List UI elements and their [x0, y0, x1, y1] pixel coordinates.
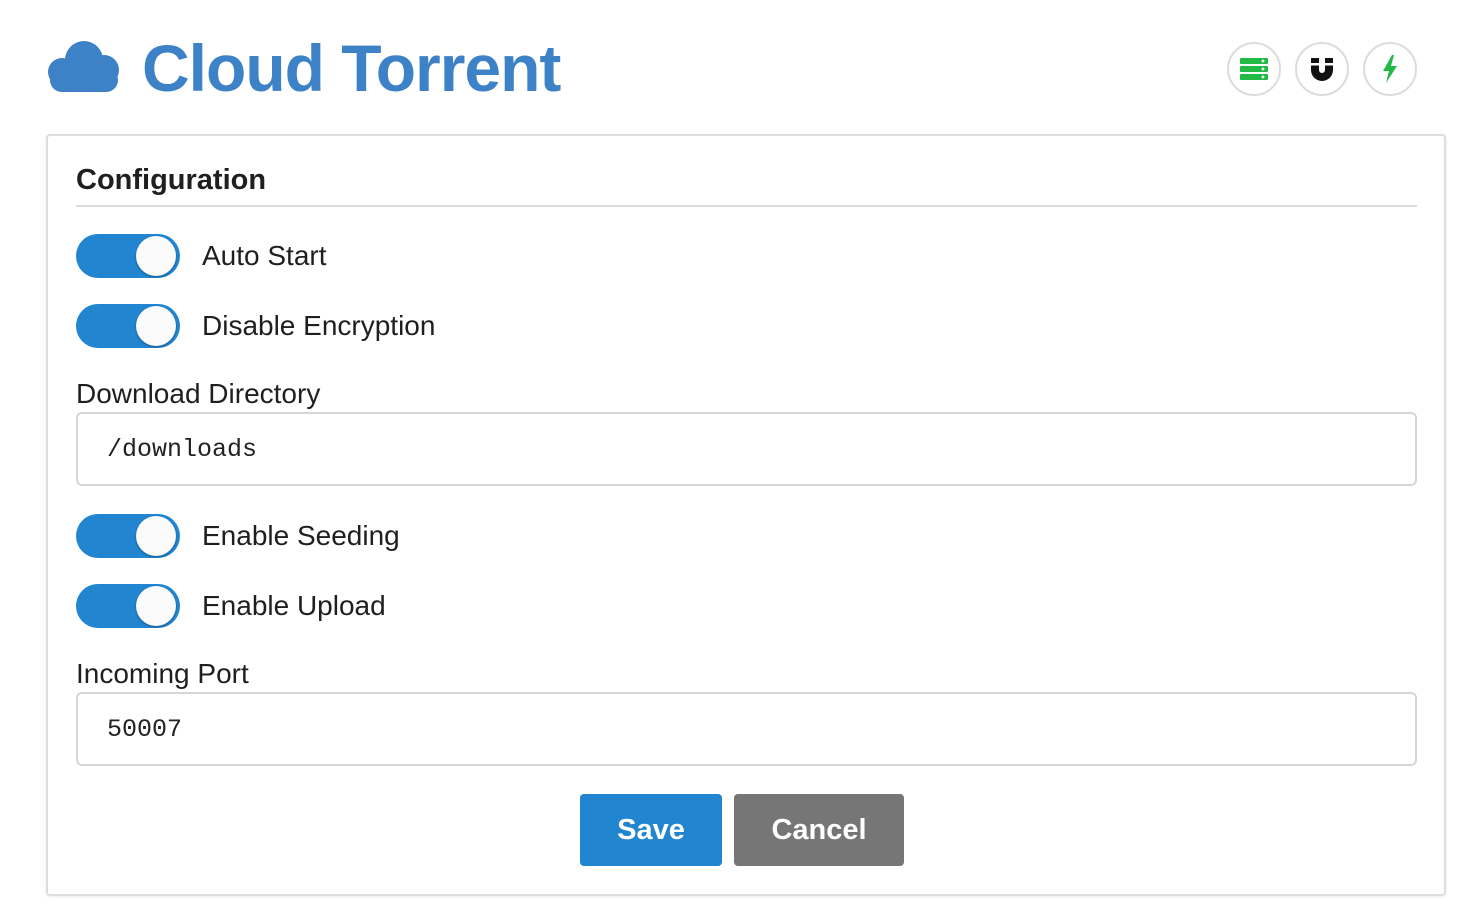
auto-start-label: Auto Start — [202, 240, 327, 271]
enable-seeding-label: Enable Seeding — [202, 520, 400, 551]
panel-title: Configuration — [76, 164, 267, 196]
app-title: Cloud Torrent — [142, 31, 561, 105]
download-directory-input[interactable] — [76, 412, 1417, 486]
download-directory-label: Download Directory — [76, 378, 321, 409]
cloud-icon — [48, 41, 119, 92]
disable-encryption-toggle[interactable] — [76, 304, 180, 348]
disable-encryption-row: Disable Encryption — [76, 304, 776, 348]
save-button[interactable]: Save — [580, 794, 722, 866]
enable-upload-toggle[interactable] — [76, 584, 180, 628]
lightning-button[interactable] — [1363, 42, 1417, 96]
toggle-knob — [136, 516, 176, 556]
toggle-knob — [136, 306, 176, 346]
toggle-knob — [136, 236, 176, 276]
enable-upload-row: Enable Upload — [76, 584, 776, 628]
server-icon — [1240, 58, 1268, 80]
enable-seeding-row: Enable Seeding — [76, 514, 776, 558]
divider — [76, 205, 1417, 207]
auto-start-toggle[interactable] — [76, 234, 180, 278]
enable-seeding-toggle[interactable] — [76, 514, 180, 558]
incoming-port-input[interactable] — [76, 692, 1417, 766]
lightning-icon — [1383, 55, 1397, 83]
app-header: Cloud Torrent — [0, 0, 1476, 130]
magnet-button[interactable] — [1295, 42, 1349, 96]
toggle-knob — [136, 586, 176, 626]
configuration-panel: Configuration Auto Start Disable Encrypt… — [46, 134, 1446, 896]
disable-encryption-label: Disable Encryption — [202, 310, 436, 341]
server-button[interactable] — [1227, 42, 1281, 96]
auto-start-row: Auto Start — [76, 234, 776, 278]
cancel-button[interactable]: Cancel — [734, 794, 904, 866]
magnet-icon — [1311, 58, 1333, 81]
incoming-port-label: Incoming Port — [76, 658, 249, 689]
enable-upload-label: Enable Upload — [202, 590, 386, 621]
